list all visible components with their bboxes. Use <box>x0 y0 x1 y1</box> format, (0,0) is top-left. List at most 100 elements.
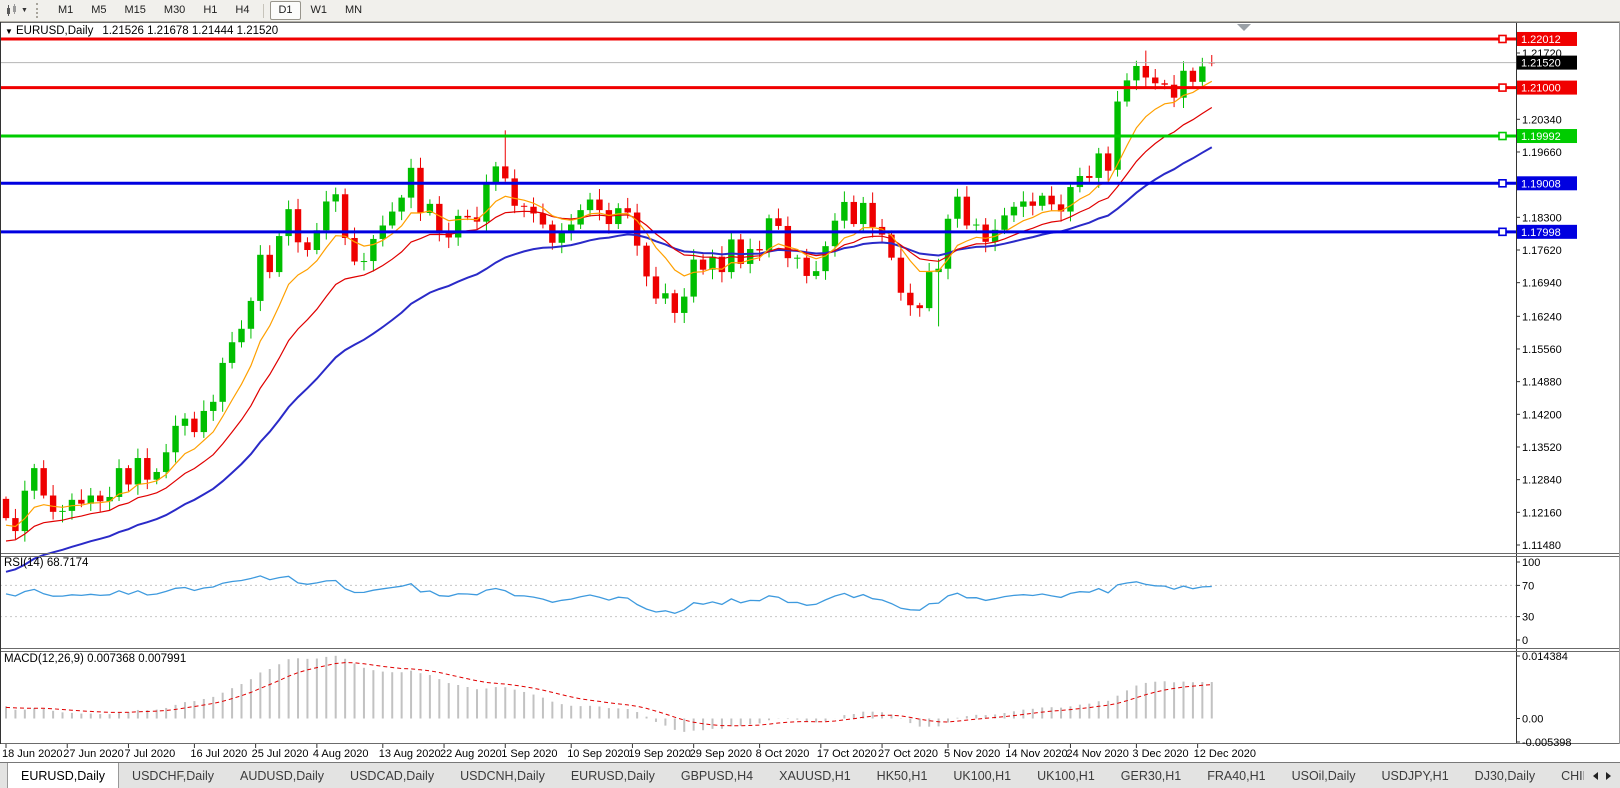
chart-tab-13-usoil-daily[interactable]: USOil,Daily <box>1279 763 1369 788</box>
candle-body <box>125 468 131 484</box>
price-tick-label: 1.12160 <box>1522 507 1562 519</box>
candle-body <box>483 182 489 221</box>
toolbar-grip[interactable] <box>36 3 41 18</box>
candle-body <box>587 200 593 211</box>
chart-tab-5-eurusd-daily[interactable]: EURUSD,Daily <box>558 763 668 788</box>
chart-tab-7-xauusd-h1[interactable]: XAUUSD,H1 <box>766 763 864 788</box>
candle-body <box>860 203 866 224</box>
timeframe-button-d1[interactable]: D1 <box>270 1 300 20</box>
chart-tab-1-usdchf-daily[interactable]: USDCHF,Daily <box>119 763 227 788</box>
candle-body <box>154 472 160 480</box>
timeframe-button-m15[interactable]: M15 <box>117 1 154 20</box>
price-badge-label: 1.21000 <box>1521 83 1561 95</box>
candle-body <box>502 166 508 178</box>
chart-tab-14-usdjpy-h1[interactable]: USDJPY,H1 <box>1369 763 1462 788</box>
candle-body <box>304 242 310 250</box>
chart-tab-3-usdcad-daily[interactable]: USDCAD,Daily <box>337 763 447 788</box>
candle-body <box>869 203 875 227</box>
price-level-marker[interactable] <box>1499 35 1506 42</box>
candle-body <box>804 258 810 276</box>
candle-body <box>3 499 9 518</box>
candle-body <box>1161 83 1167 84</box>
candle-body <box>964 197 970 226</box>
candle-body <box>210 402 216 411</box>
candle-body <box>1180 71 1186 98</box>
date-tick-label: 5 Nov 2020 <box>944 748 1000 760</box>
price-badge-label: 1.17998 <box>1521 227 1561 239</box>
macd-tick-label: -0.005398 <box>1522 737 1572 749</box>
chart-tab-0-eurusd-daily[interactable]: EURUSD,Daily <box>7 763 119 788</box>
timeframe-button-h4[interactable]: H4 <box>227 1 257 20</box>
toolbar-dropdown-arrow-icon[interactable]: ▼ <box>21 7 28 14</box>
price-badge-label: 1.19992 <box>1521 131 1561 143</box>
date-tick-label: 16 Jul 2020 <box>190 748 247 760</box>
candle-body <box>813 271 819 276</box>
main-plot-area[interactable] <box>1 23 1515 553</box>
candle-body <box>40 468 46 495</box>
candle-body <box>1077 176 1083 187</box>
tabs-scroll-left-icon[interactable] <box>1593 772 1598 780</box>
candle-body <box>549 225 555 243</box>
candle-body <box>31 468 37 491</box>
timeframe-button-h1[interactable]: H1 <box>195 1 225 20</box>
chart-tab-6-gbpusd-h4[interactable]: GBPUSD,H4 <box>668 763 766 788</box>
chart-tab-15-dj30-daily[interactable]: DJ30,Daily <box>1462 763 1548 788</box>
timeframe-button-m1[interactable]: M1 <box>50 1 81 20</box>
candle-body <box>794 258 800 259</box>
candle-body <box>540 213 546 224</box>
price-badge-label: 1.19008 <box>1521 178 1561 190</box>
toolbar-separator <box>263 4 264 18</box>
date-tick-label: 29 Sep 2020 <box>690 748 752 760</box>
timeframe-button-w1[interactable]: W1 <box>303 1 336 20</box>
candle-body <box>568 225 574 232</box>
macd-indicator-label: MACD(12,26,9) 0.007368 0.007991 <box>4 653 186 665</box>
candle-body <box>182 419 188 426</box>
date-tick-label: 22 Aug 2020 <box>440 748 502 760</box>
chart-tab-9-uk100-h1[interactable]: UK100,H1 <box>940 763 1024 788</box>
chart-tab-8-hk50-h1[interactable]: HK50,H1 <box>864 763 941 788</box>
price-level-marker[interactable] <box>1499 133 1506 140</box>
candle-body <box>116 468 122 497</box>
price-level-marker[interactable] <box>1499 180 1506 187</box>
candle-body <box>766 218 772 250</box>
chart-tab-12-fra40-h1[interactable]: FRA40,H1 <box>1194 763 1278 788</box>
candle-body <box>361 261 367 262</box>
price-badge-label: 1.22012 <box>1521 34 1561 46</box>
price-level-marker[interactable] <box>1499 84 1506 91</box>
candle-body <box>954 197 960 219</box>
tabs-scroll-right-icon[interactable] <box>1606 772 1611 780</box>
chart-tab-2-audusd-daily[interactable]: AUDUSD,Daily <box>227 763 337 788</box>
candle-body <box>615 208 621 224</box>
candle-body <box>775 218 781 226</box>
date-tick-label: 1 Sep 2020 <box>501 748 557 760</box>
candle-body <box>1096 153 1102 178</box>
tab-scroll-arrows <box>1584 763 1620 788</box>
date-tick-label: 24 Nov 2020 <box>1066 748 1128 760</box>
chart-cursor-icon[interactable] <box>4 3 19 18</box>
chart-tab-11-ger30-h1[interactable]: GER30,H1 <box>1108 763 1194 788</box>
candle-body <box>521 206 527 207</box>
macd-tick-label: 0.00 <box>1522 714 1543 726</box>
chart-tab-10-uk100-h1[interactable]: UK100,H1 <box>1024 763 1108 788</box>
chart-tab-4-usdcnh-daily[interactable]: USDCNH,Daily <box>447 763 558 788</box>
timeframe-button-m5[interactable]: M5 <box>83 1 114 20</box>
title-collapse-arrow-icon[interactable]: ▼ <box>5 27 13 36</box>
candle-body <box>1105 153 1111 170</box>
candle-body <box>238 329 244 342</box>
candle-body <box>662 293 668 298</box>
price-level-marker[interactable] <box>1499 228 1506 235</box>
candle-body <box>493 166 499 182</box>
candle-body <box>1086 176 1092 178</box>
candle-body <box>1011 207 1017 216</box>
date-tick-label: 13 Aug 2020 <box>379 748 441 760</box>
candle-body <box>643 246 649 277</box>
candle-body <box>417 168 423 213</box>
candle-body <box>841 202 847 221</box>
timeframe-button-m30[interactable]: M30 <box>156 1 193 20</box>
rsi-tick-label: 100 <box>1522 557 1540 569</box>
rsi-pane[interactable] <box>1 557 1515 648</box>
candle-body <box>690 260 696 297</box>
timeframe-button-mn[interactable]: MN <box>337 1 370 20</box>
macd-pane[interactable] <box>1 652 1515 743</box>
price-tick-label: 1.20340 <box>1522 114 1562 126</box>
